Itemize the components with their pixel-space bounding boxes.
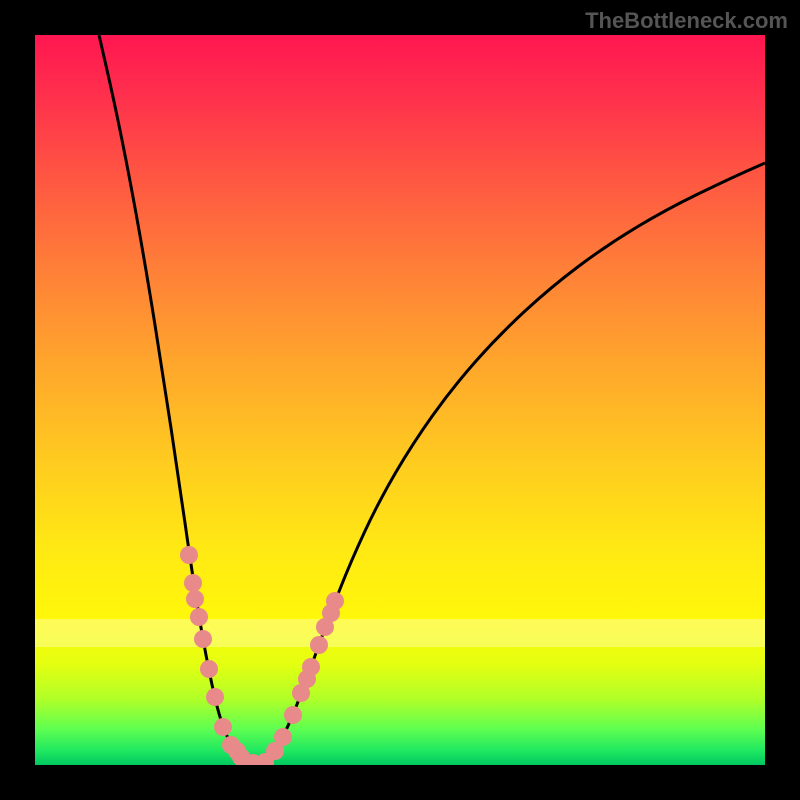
plot-area: [35, 35, 765, 765]
data-dot: [200, 660, 218, 678]
curve-right-branch: [259, 163, 765, 765]
data-dot: [284, 706, 302, 724]
curve-left-branch: [99, 35, 259, 765]
data-dot: [310, 636, 328, 654]
data-dot: [298, 670, 316, 688]
curve-svg: [35, 35, 765, 765]
data-dot: [214, 718, 232, 736]
data-dot: [194, 630, 212, 648]
data-dot: [186, 590, 204, 608]
data-dot: [274, 728, 292, 746]
data-dot: [228, 742, 246, 760]
data-dot: [322, 604, 340, 622]
watermark-text: TheBottleneck.com: [585, 8, 788, 34]
data-dot: [184, 574, 202, 592]
data-dot: [190, 608, 208, 626]
data-dot: [206, 688, 224, 706]
data-dot: [180, 546, 198, 564]
